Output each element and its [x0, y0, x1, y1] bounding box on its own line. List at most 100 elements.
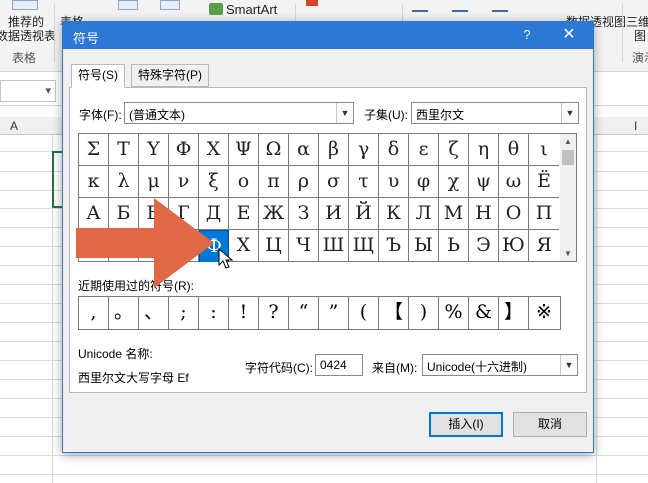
recent-symbol-cell[interactable]: 、: [139, 297, 169, 329]
symbol-cell[interactable]: π: [259, 166, 289, 198]
recent-symbol-cell[interactable]: ※: [529, 297, 559, 329]
symbol-cell[interactable]: ρ: [289, 166, 319, 198]
symbol-cell[interactable]: γ: [349, 134, 379, 166]
dialog-title-bar[interactable]: 符号 ? ✕: [63, 22, 593, 49]
help-button[interactable]: ?: [518, 26, 536, 44]
symbol-cell[interactable]: М: [439, 198, 469, 230]
symbol-cell[interactable]: β: [319, 134, 349, 166]
char-code-input[interactable]: [316, 355, 362, 375]
scroll-down-icon[interactable]: ▼: [560, 246, 576, 261]
column-i-header[interactable]: I: [634, 119, 637, 133]
symbol-cell[interactable]: ν: [169, 166, 199, 198]
column-a-header[interactable]: A: [10, 119, 18, 133]
scroll-up-icon[interactable]: ▲: [560, 134, 576, 149]
subset-select[interactable]: 西里尔文 ▼: [411, 102, 579, 124]
recommended-pivot-label[interactable]: 推荐的: [8, 15, 44, 29]
symbol-cell[interactable]: А: [79, 198, 109, 230]
from-select[interactable]: Unicode(十六进制) ▼: [422, 354, 578, 376]
symbol-cell[interactable]: Х: [229, 230, 259, 262]
symbol-cell[interactable]: В: [139, 198, 169, 230]
3d-map-label-2[interactable]: 图: [634, 29, 646, 43]
tab-special-characters[interactable]: 特殊字符(P): [131, 64, 209, 87]
symbol-cell[interactable]: ι: [529, 134, 559, 166]
pie-chart-icon[interactable]: [492, 2, 508, 12]
symbol-cell[interactable]: ξ: [199, 166, 229, 198]
symbol-cell[interactable]: Ё: [529, 166, 559, 198]
insert-button[interactable]: 插入(I): [429, 412, 503, 437]
symbol-cell[interactable]: Ю: [499, 230, 529, 262]
smartart-icon[interactable]: [209, 3, 223, 15]
chevron-down-icon[interactable]: ▼: [336, 103, 353, 123]
recent-symbol-cell[interactable]: ;: [169, 297, 199, 329]
recent-symbol-cell[interactable]: !: [229, 297, 259, 329]
name-box[interactable]: ▾: [0, 80, 56, 102]
symbol-cell[interactable]: Ъ: [379, 230, 409, 262]
symbol-cell[interactable]: Л: [409, 198, 439, 230]
tab-symbols[interactable]: 符号(S): [71, 64, 125, 88]
symbol-cell[interactable]: φ: [409, 166, 439, 198]
symbol-cell[interactable]: Ш: [319, 230, 349, 262]
online-picture-icon[interactable]: [160, 0, 180, 10]
symbol-cell[interactable]: Ы: [409, 230, 439, 262]
symbol-cell[interactable]: Τ: [109, 134, 139, 166]
recent-symbol-cell[interactable]: “: [289, 297, 319, 329]
chevron-down-icon[interactable]: ▼: [561, 103, 578, 123]
symbol-cell[interactable]: Э: [469, 230, 499, 262]
symbol-cell[interactable]: Ч: [289, 230, 319, 262]
symbol-cell[interactable]: Ψ: [229, 134, 259, 166]
recent-symbol-cell[interactable]: 】: [499, 297, 529, 329]
symbol-cell[interactable]: ψ: [469, 166, 499, 198]
symbol-cell[interactable]: Ω: [259, 134, 289, 166]
symbol-cell[interactable]: τ: [349, 166, 379, 198]
symbol-cell[interactable]: Я: [529, 230, 559, 262]
symbol-cell[interactable]: С: [109, 230, 139, 262]
recent-symbol-cell[interactable]: (: [349, 297, 379, 329]
recent-symbol-cell[interactable]: &: [469, 297, 499, 329]
chevron-down-icon[interactable]: ▼: [560, 355, 577, 375]
symbol-cell[interactable]: χ: [439, 166, 469, 198]
recommended-pivot-label-2[interactable]: 数据透视表: [0, 29, 56, 43]
store-icon[interactable]: [306, 0, 318, 6]
recent-symbol-cell[interactable]: 。: [109, 297, 139, 329]
chevron-down-icon[interactable]: ▾: [45, 84, 51, 97]
symbol-cell[interactable]: Е: [229, 198, 259, 230]
symbol-cell[interactable]: ω: [499, 166, 529, 198]
recent-symbol-cell[interactable]: ”: [319, 297, 349, 329]
symbol-cell[interactable]: Ь: [439, 230, 469, 262]
recent-symbol-cell[interactable]: ): [409, 297, 439, 329]
symbol-grid-scrollbar[interactable]: ▲ ▼: [560, 133, 577, 262]
symbol-cell[interactable]: δ: [379, 134, 409, 166]
symbol-cell[interactable]: Ф: [199, 230, 229, 262]
close-button[interactable]: ✕: [559, 25, 579, 45]
symbol-cell[interactable]: У: [169, 230, 199, 262]
symbol-cell[interactable]: Р: [79, 230, 109, 262]
symbol-cell[interactable]: Б: [109, 198, 139, 230]
symbol-cell[interactable]: Й: [349, 198, 379, 230]
picture-icon[interactable]: [118, 0, 138, 10]
symbol-cell[interactable]: Ц: [259, 230, 289, 262]
symbol-cell[interactable]: α: [289, 134, 319, 166]
font-select[interactable]: (普通文本) ▼: [124, 102, 354, 124]
symbol-cell[interactable]: υ: [379, 166, 409, 198]
recent-symbol-cell[interactable]: :: [199, 297, 229, 329]
3d-map-label[interactable]: 三维: [626, 15, 648, 29]
smartart-button[interactable]: SmartArt: [226, 3, 277, 17]
symbol-cell[interactable]: П: [529, 198, 559, 230]
symbol-cell[interactable]: О: [499, 198, 529, 230]
recommended-chart-icon[interactable]: [412, 2, 428, 12]
symbol-cell[interactable]: Φ: [169, 134, 199, 166]
symbol-cell[interactable]: И: [319, 198, 349, 230]
symbol-cell[interactable]: ο: [229, 166, 259, 198]
symbol-cell[interactable]: Ж: [259, 198, 289, 230]
symbol-cell[interactable]: Д: [199, 198, 229, 230]
symbol-cell[interactable]: σ: [319, 166, 349, 198]
recent-symbol-cell[interactable]: ,: [79, 297, 109, 329]
cancel-button[interactable]: 取消: [513, 412, 587, 437]
symbol-cell[interactable]: Щ: [349, 230, 379, 262]
char-code-field[interactable]: [315, 354, 363, 376]
symbol-cell[interactable]: З: [289, 198, 319, 230]
recent-symbol-cell[interactable]: ?: [259, 297, 289, 329]
recent-symbol-cell[interactable]: %: [439, 297, 469, 329]
symbol-cell[interactable]: ε: [409, 134, 439, 166]
symbol-cell[interactable]: κ: [79, 166, 109, 198]
